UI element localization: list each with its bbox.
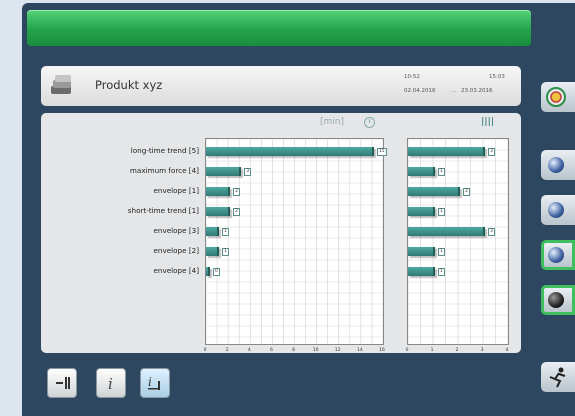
- globe-button-3[interactable]: [541, 240, 575, 270]
- bar-value-label: 1: [438, 268, 445, 276]
- bar: [206, 267, 210, 276]
- info-icon: i: [108, 375, 113, 393]
- x-tick-label: 4: [247, 348, 251, 353]
- bar-value-label: 0: [213, 268, 220, 276]
- bar: [408, 247, 435, 256]
- category-label: envelope [2]: [153, 246, 200, 255]
- minus-bar-button[interactable]: [47, 368, 77, 398]
- x-tick-label: 8: [292, 348, 295, 353]
- list-info-icon: i: [148, 375, 160, 390]
- bar-value-label: 3: [244, 168, 252, 176]
- duration-plot: 15 3 2 2 1 1 0: [205, 138, 387, 345]
- x-tick-label: 0: [203, 348, 207, 353]
- bar: [206, 167, 242, 176]
- bar-value-label: 3: [488, 148, 495, 156]
- bar: [206, 247, 220, 256]
- info-button[interactable]: i: [96, 368, 126, 398]
- category-label: short-time trend [1]: [127, 206, 199, 215]
- x-tick-label: 12: [334, 348, 341, 353]
- x-tick-label: 1: [430, 348, 434, 353]
- bar: [408, 187, 460, 196]
- bar: [408, 227, 485, 236]
- status-bar: [27, 10, 531, 46]
- globe-icon: [548, 202, 564, 218]
- bar: [408, 207, 435, 216]
- globe-icon: [548, 157, 564, 173]
- x-tick-label: 2: [455, 348, 459, 353]
- target-icon: [546, 87, 566, 107]
- bar-value-label: 2: [463, 188, 470, 196]
- x-tick-label: 3: [480, 348, 484, 353]
- svg-text:i: i: [108, 375, 113, 393]
- category-label: envelope [4]: [153, 266, 200, 275]
- time-end: 15:03: [489, 74, 505, 80]
- x-tick-label: 14: [357, 348, 363, 353]
- count-plot: 3 1 2 1 3 1 1: [407, 138, 509, 345]
- product-header: Produkt xyz 10:52 15:03 02.04.2016 ... 2…: [41, 66, 521, 106]
- bar: [408, 147, 485, 156]
- bar-value-label: 1: [438, 208, 445, 216]
- x-tick-label: 2: [225, 348, 229, 353]
- globe-button-4[interactable]: [541, 285, 575, 315]
- time-start: 10:52: [404, 74, 420, 80]
- bar: [408, 267, 435, 276]
- bar: [206, 227, 220, 236]
- run-button[interactable]: [541, 362, 575, 392]
- bar-value-label: 1: [222, 228, 229, 236]
- x-tick-label: 0: [405, 348, 409, 353]
- chart-panel: [min] |||| long-time trend [5] maximum fo…: [41, 113, 521, 353]
- globe-icon: [548, 292, 564, 308]
- bar-value-label: 1: [438, 248, 445, 256]
- bar-value-label: 3: [488, 228, 495, 236]
- x-tick-label: 4: [505, 348, 509, 353]
- bar: [206, 147, 374, 156]
- count-icon: ||||: [481, 117, 495, 127]
- minus-bar-icon: [56, 377, 70, 389]
- list-info-button[interactable]: i: [140, 368, 170, 398]
- category-label: long-time trend [5]: [130, 146, 199, 155]
- category-label: maximum force [4]: [129, 166, 199, 175]
- globe-button-2[interactable]: [541, 195, 575, 225]
- category-label: envelope [3]: [153, 226, 200, 235]
- x-tick-label: 10: [312, 348, 319, 353]
- x-tick-label: 16: [379, 348, 385, 353]
- unit-label: [min]: [320, 117, 344, 127]
- bar: [408, 167, 435, 176]
- date-separator: ...: [451, 88, 457, 94]
- run-icon: [549, 367, 566, 388]
- globe-button-1[interactable]: [541, 150, 575, 180]
- bar-value-label: 1: [222, 248, 229, 256]
- product-icon: [51, 75, 71, 94]
- clock-icon: [364, 117, 375, 128]
- bar-value-label: 15: [376, 148, 387, 156]
- globe-icon: [548, 247, 564, 263]
- x-tick-label: 6: [269, 348, 273, 353]
- date-end: 23.03.2016: [461, 88, 493, 94]
- bar-value-label: 1: [438, 168, 445, 176]
- target-button[interactable]: [541, 82, 575, 112]
- date-start: 02.04.2016: [404, 88, 436, 94]
- bar-value-label: 2: [233, 188, 240, 196]
- bar-value-label: 2: [233, 208, 240, 216]
- product-title: Produkt xyz: [95, 78, 163, 92]
- bar: [206, 207, 231, 216]
- svg-text:i: i: [148, 375, 152, 389]
- bar: [206, 187, 231, 196]
- category-label: envelope [1]: [153, 186, 200, 195]
